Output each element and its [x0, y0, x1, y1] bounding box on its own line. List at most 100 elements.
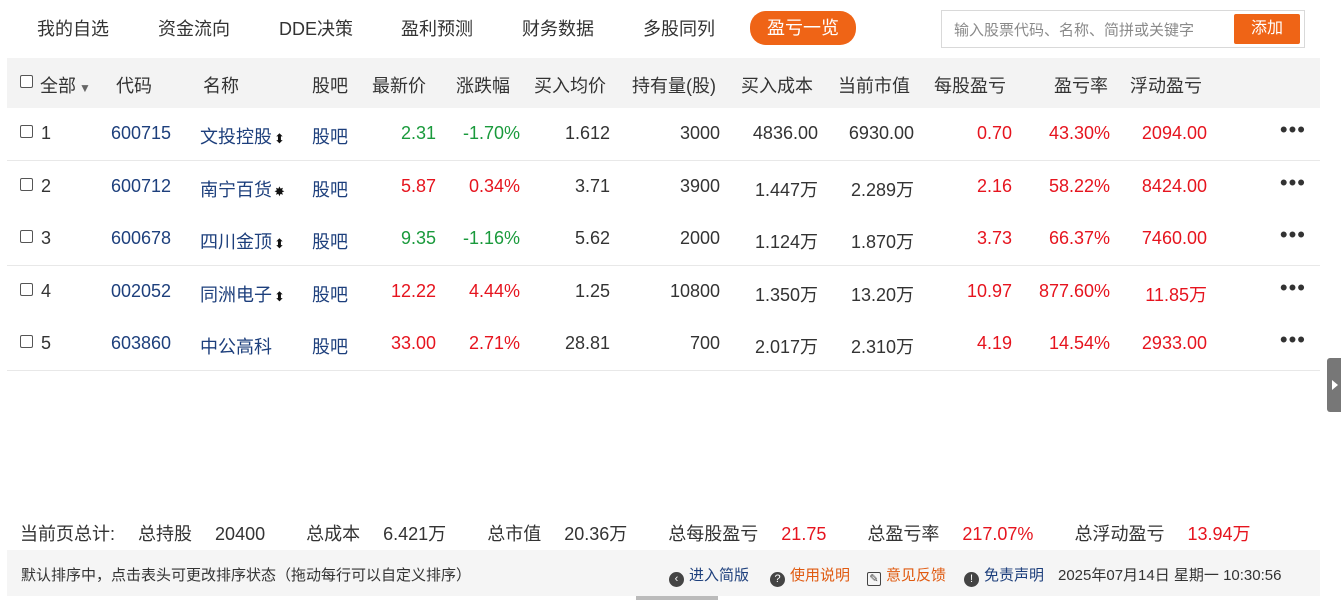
- more-options-icon[interactable]: •••: [1280, 276, 1306, 298]
- row-checkbox[interactable]: [20, 282, 33, 296]
- cell-cost: 4836.00: [752, 123, 818, 143]
- cell-name[interactable]: 中公高科: [200, 333, 272, 359]
- cell-per-share: 0.70: [976, 123, 1012, 143]
- simple-version-link[interactable]: ‹ 进入简版: [669, 564, 749, 587]
- table-row[interactable]: 4 002052 同洲电子 ⬍ 股吧 12.22 4.44% 1.25 10800 1.350万 1…: [7, 265, 1320, 319]
- scrollbar[interactable]: [636, 596, 718, 600]
- row-index: 2: [41, 175, 52, 196]
- cell-float: 11.85万: [1145, 284, 1207, 305]
- cell-name[interactable]: 文投控股 ⬍: [200, 123, 285, 149]
- cell-cost: 1.124万: [754, 232, 818, 253]
- top-nav: 我的自选 资金流向 DDE决策 盈利预测 财务数据 多股同列 盈亏一览 添加: [7, 0, 1320, 58]
- cell-code[interactable]: 600712: [111, 176, 171, 197]
- cell-cost: 2.017万: [754, 337, 818, 358]
- header-change[interactable]: 涨跌幅: [456, 72, 510, 98]
- table-row[interactable]: 3 600678 四川金顶 ⬍ 股吧 9.35 -1.16% 5.62 2000 1.124万 1.…: [7, 213, 1320, 267]
- select-all-checkbox[interactable]: [20, 75, 33, 88]
- updown-mark-icon: ⬍: [274, 131, 285, 146]
- cell-per-share: 2.16: [976, 175, 1012, 196]
- cell-change: -1.70%: [462, 123, 520, 143]
- cell-change: -1.16%: [462, 228, 520, 249]
- cell-rate: 66.37%: [1048, 228, 1110, 249]
- table-row[interactable]: 1 600715 文投控股 ⬍ 股吧 2.31 -1.70% 1.612 3000 4836.00…: [7, 108, 1320, 161]
- more-options-icon[interactable]: •••: [1280, 329, 1306, 351]
- cell-bar[interactable]: 股吧: [312, 333, 348, 359]
- summary-rate: 总盈亏率 217.07%: [867, 524, 1034, 544]
- footer-bar: 默认排序中，点击表头可更改排序状态（拖动每行可以自定义排序） ‹ 进入简版 ? 使用…: [7, 550, 1320, 596]
- disclaimer-link[interactable]: ! 免责声明: [964, 564, 1044, 587]
- tab-my-watchlist[interactable]: 我的自选: [37, 14, 109, 44]
- cell-bar[interactable]: 股吧: [312, 281, 348, 307]
- cell-price: 9.35: [400, 228, 436, 249]
- header-avg-buy[interactable]: 买入均价: [534, 72, 606, 98]
- cell-price: 5.87: [400, 175, 436, 196]
- cell-name[interactable]: 同洲电子 ⬍: [200, 281, 285, 307]
- tab-fund-flow[interactable]: 资金流向: [158, 14, 230, 44]
- feedback-link[interactable]: ✎ 意见反馈: [867, 564, 946, 586]
- cell-bar[interactable]: 股吧: [312, 176, 348, 202]
- header-price[interactable]: 最新价: [372, 72, 426, 98]
- cell-per-share: 4.19: [976, 333, 1012, 354]
- header-all[interactable]: 全部 ▼: [40, 72, 91, 98]
- row-index: 1: [41, 123, 52, 143]
- tab-pnl-overview[interactable]: 盈亏一览: [750, 11, 856, 45]
- cell-code[interactable]: 600715: [111, 123, 171, 144]
- tab-financial-data[interactable]: 财务数据: [522, 14, 594, 44]
- cell-code[interactable]: 600678: [111, 228, 171, 249]
- cell-name[interactable]: 四川金顶 ⬍: [200, 228, 285, 254]
- search-box: 添加: [941, 10, 1305, 49]
- cell-code[interactable]: 002052: [111, 281, 171, 302]
- cell-avg-buy: 1.25: [574, 280, 610, 301]
- search-input[interactable]: [942, 11, 1246, 49]
- header-rate[interactable]: 盈亏率: [1054, 72, 1108, 98]
- cell-name[interactable]: 南宁百货 ✸: [200, 176, 285, 202]
- cell-bar[interactable]: 股吧: [312, 228, 348, 254]
- cell-rate: 58.22%: [1048, 175, 1110, 196]
- cell-value: 1.870万: [850, 232, 914, 253]
- more-options-icon[interactable]: •••: [1280, 171, 1306, 193]
- row-index: 5: [41, 333, 52, 354]
- header-cost[interactable]: 买入成本: [741, 72, 813, 98]
- summary-per-share: 总每股盈亏 21.75: [668, 524, 827, 544]
- row-index: 4: [41, 280, 52, 301]
- tab-profit-forecast[interactable]: 盈利预测: [401, 14, 473, 44]
- side-panel-toggle[interactable]: [1327, 358, 1341, 412]
- cell-rate: 14.54%: [1048, 333, 1110, 354]
- updown-mark-icon: ⬍: [274, 288, 285, 304]
- cell-value: 2.289万: [850, 179, 914, 200]
- header-value[interactable]: 当前市值: [838, 72, 910, 98]
- tab-multi-stock[interactable]: 多股同列: [643, 14, 715, 44]
- star-mark-icon: ✸: [274, 183, 285, 199]
- chevron-left-icon: ‹: [669, 572, 684, 587]
- cell-holding: 10800: [669, 280, 720, 301]
- header-per-share[interactable]: 每股盈亏: [934, 72, 1006, 98]
- more-options-icon[interactable]: •••: [1280, 119, 1306, 141]
- tab-dde[interactable]: DDE决策: [279, 14, 353, 44]
- row-checkbox[interactable]: [20, 230, 33, 244]
- question-icon: ?: [770, 572, 785, 587]
- header-float[interactable]: 浮动盈亏: [1130, 72, 1202, 98]
- cell-float: 7460.00: [1141, 228, 1207, 249]
- row-checkbox[interactable]: [20, 177, 33, 191]
- row-checkbox[interactable]: [20, 335, 33, 349]
- more-options-icon[interactable]: •••: [1280, 224, 1306, 246]
- cell-bar[interactable]: 股吧: [312, 123, 348, 149]
- header-code[interactable]: 代码: [116, 72, 152, 98]
- cell-float: 2933.00: [1141, 333, 1207, 354]
- cell-change: 2.71%: [468, 333, 520, 354]
- header-holding[interactable]: 持有量(股): [632, 72, 716, 98]
- cell-change: 4.44%: [468, 280, 520, 301]
- help-link[interactable]: ? 使用说明: [770, 564, 850, 587]
- cell-holding: 3900: [679, 175, 720, 196]
- table-row[interactable]: 2 600712 南宁百货 ✸ 股吧 5.87 0.34% 3.71 3900 1.447万 2.2…: [7, 160, 1320, 214]
- cell-code[interactable]: 603860: [111, 333, 171, 354]
- updown-mark-icon: ⬍: [274, 236, 285, 252]
- header-name[interactable]: 名称: [203, 72, 239, 98]
- cell-float: 8424.00: [1141, 175, 1207, 196]
- summary-cost: 总成本 6.421万: [306, 524, 447, 544]
- row-checkbox[interactable]: [20, 125, 33, 138]
- edit-icon: ✎: [867, 572, 881, 586]
- add-button[interactable]: 添加: [1234, 14, 1300, 44]
- alert-icon: !: [964, 572, 979, 587]
- table-row[interactable]: 5 603860 中公高科 股吧 33.00 2.71% 28.81 700 2.017万 2.3…: [7, 318, 1320, 372]
